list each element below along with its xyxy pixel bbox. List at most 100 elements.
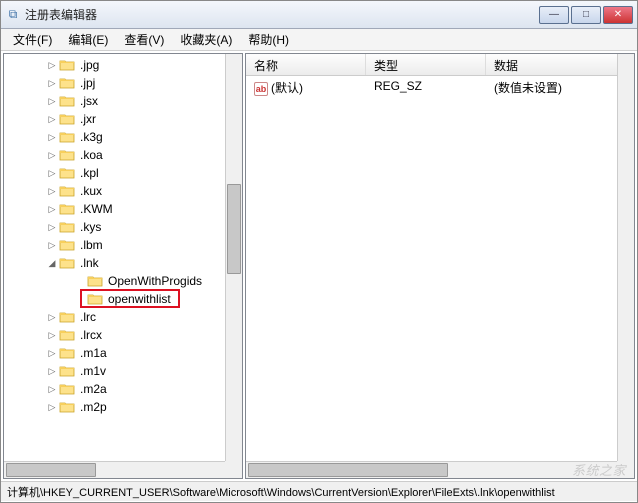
folder-icon (59, 112, 75, 126)
tree-item[interactable]: ▷ .jpg (10, 56, 242, 74)
tree-item[interactable]: ▷ .m1a (10, 344, 242, 362)
tree-item[interactable]: ▷ .m2p (10, 398, 242, 416)
tree-expander-icon[interactable]: ▷ (46, 78, 58, 89)
tree-item[interactable]: ▷ .jxr (10, 110, 242, 128)
tree-item-label[interactable]: .m1a (78, 346, 109, 360)
tree-list[interactable]: ▷ .jpg ▷ .jpj ▷ .jsx ▷ .jxr ▷ .k3g ▷ .koa ▷ .kpl ▷ .kux… (4, 54, 242, 418)
tree-item-label[interactable]: .kpl (78, 166, 101, 180)
tree-item-label[interactable]: .kys (78, 220, 103, 234)
tree-item[interactable]: ▷ .k3g (10, 128, 242, 146)
tree-expander-icon[interactable]: ◢ (46, 258, 58, 269)
column-header-type[interactable]: 类型 (366, 54, 486, 75)
tree-expander-icon[interactable]: ▷ (46, 312, 58, 323)
list-header: 名称 类型 数据 (246, 54, 634, 76)
tree-expander-icon[interactable]: ▷ (46, 204, 58, 215)
tree-item-label[interactable]: .m2p (78, 400, 109, 414)
tree-expander-icon[interactable]: ▷ (46, 240, 58, 251)
tree-item[interactable]: ▷ .lrcx (10, 326, 242, 344)
tree-vertical-scrollbar[interactable] (225, 54, 242, 461)
folder-icon (59, 94, 75, 108)
tree-item[interactable]: ▷ .lbm (10, 236, 242, 254)
tree-expander-icon[interactable]: ▷ (46, 384, 58, 395)
list-vertical-scrollbar[interactable] (617, 54, 634, 461)
tree-expander-icon[interactable]: ▷ (46, 96, 58, 107)
tree-item-label[interactable]: .lnk (78, 256, 101, 270)
tree-item[interactable]: ▷ .kys (10, 218, 242, 236)
menu-help[interactable]: 帮助(H) (240, 29, 297, 50)
tree-item[interactable]: ▷ .jsx (10, 92, 242, 110)
list-row[interactable]: ab(默认)REG_SZ(数值未设置) (246, 76, 634, 99)
tree-expander-icon[interactable]: ▷ (46, 366, 58, 377)
tree-expander-icon[interactable]: ▷ (46, 60, 58, 71)
tree-item-label[interactable]: .KWM (78, 202, 115, 216)
scrollbar-thumb[interactable] (6, 463, 96, 477)
folder-icon (87, 274, 103, 288)
tree-item-label[interactable]: .koa (78, 148, 105, 162)
list-horizontal-scrollbar[interactable] (246, 461, 617, 478)
tree-item-label[interactable]: .jpg (78, 58, 101, 72)
tree-item-label[interactable]: .lrcx (78, 328, 104, 342)
tree-item-label[interactable]: openwithlist (106, 292, 173, 306)
column-header-data[interactable]: 数据 (486, 54, 634, 75)
tree-item-label[interactable]: .lrc (78, 310, 98, 324)
tree-item-label[interactable]: .m1v (78, 364, 108, 378)
status-bar: 计算机\HKEY_CURRENT_USER\Software\Microsoft… (1, 481, 637, 501)
tree-item[interactable]: ◢ .lnk (10, 254, 242, 272)
tree-item-label[interactable]: .k3g (78, 130, 105, 144)
tree-item-label[interactable]: .m2a (78, 382, 109, 396)
column-header-name[interactable]: 名称 (246, 54, 366, 75)
folder-icon (59, 238, 75, 252)
menu-favorites[interactable]: 收藏夹(A) (172, 29, 240, 50)
menu-view[interactable]: 查看(V) (116, 29, 172, 50)
tree-expander-icon[interactable]: ▷ (46, 168, 58, 179)
tree-item[interactable]: ▷ .lrc (10, 308, 242, 326)
tree-item[interactable]: ▷ .jpj (10, 74, 242, 92)
tree-expander-icon[interactable]: ▷ (46, 132, 58, 143)
tree-item[interactable]: ▷ .kpl (10, 164, 242, 182)
tree-expander-icon[interactable]: ▷ (46, 348, 58, 359)
title-bar: ⧉ 注册表编辑器 — □ ✕ (1, 1, 637, 29)
folder-icon (59, 310, 75, 324)
tree-horizontal-scrollbar[interactable] (4, 461, 225, 478)
window-controls: — □ ✕ (537, 6, 633, 24)
folder-icon (59, 166, 75, 180)
scroll-corner (225, 461, 242, 478)
cell-type: REG_SZ (366, 78, 486, 97)
tree-item[interactable]: openwithlist (10, 290, 242, 308)
tree-item-label[interactable]: .lbm (78, 238, 105, 252)
tree-expander-icon[interactable]: ▷ (46, 222, 58, 233)
maximize-button[interactable]: □ (571, 6, 601, 24)
tree-expander-icon[interactable]: ▷ (46, 150, 58, 161)
folder-icon (59, 130, 75, 144)
tree-expander-icon[interactable]: ▷ (46, 114, 58, 125)
tree-item-label[interactable]: OpenWithProgids (106, 274, 204, 288)
minimize-button[interactable]: — (539, 6, 569, 24)
tree-expander-icon[interactable]: ▷ (46, 330, 58, 341)
tree-item-label[interactable]: .jsx (78, 94, 100, 108)
close-button[interactable]: ✕ (603, 6, 633, 24)
tree-item[interactable]: ▷ .m2a (10, 380, 242, 398)
tree-item[interactable]: OpenWithProgids (10, 272, 242, 290)
tree-expander-icon[interactable]: ▷ (46, 186, 58, 197)
scroll-corner (617, 461, 634, 478)
tree-item-label[interactable]: .jpj (78, 76, 97, 90)
tree-item[interactable]: ▷ .KWM (10, 200, 242, 218)
tree-item[interactable]: ▷ .m1v (10, 362, 242, 380)
scrollbar-thumb[interactable] (248, 463, 448, 477)
folder-icon (59, 256, 75, 270)
tree-item-label[interactable]: .kux (78, 184, 104, 198)
folder-icon (59, 328, 75, 342)
tree-item[interactable]: ▷ .kux (10, 182, 242, 200)
cell-name: ab(默认) (246, 78, 366, 97)
menu-edit[interactable]: 编辑(E) (60, 29, 116, 50)
tree-expander-icon[interactable]: ▷ (46, 402, 58, 413)
tree-item[interactable]: ▷ .koa (10, 146, 242, 164)
menu-bar: 文件(F) 编辑(E) 查看(V) 收藏夹(A) 帮助(H) (1, 29, 637, 51)
scrollbar-thumb[interactable] (227, 184, 241, 274)
folder-icon (59, 346, 75, 360)
content-area: ▷ .jpg ▷ .jpj ▷ .jsx ▷ .jxr ▷ .k3g ▷ .koa ▷ .kpl ▷ .kux… (1, 51, 637, 481)
menu-file[interactable]: 文件(F) (5, 29, 60, 50)
tree-item-label[interactable]: .jxr (78, 112, 98, 126)
list-body[interactable]: ab(默认)REG_SZ(数值未设置) (246, 76, 634, 99)
window-title: 注册表编辑器 (25, 6, 537, 23)
